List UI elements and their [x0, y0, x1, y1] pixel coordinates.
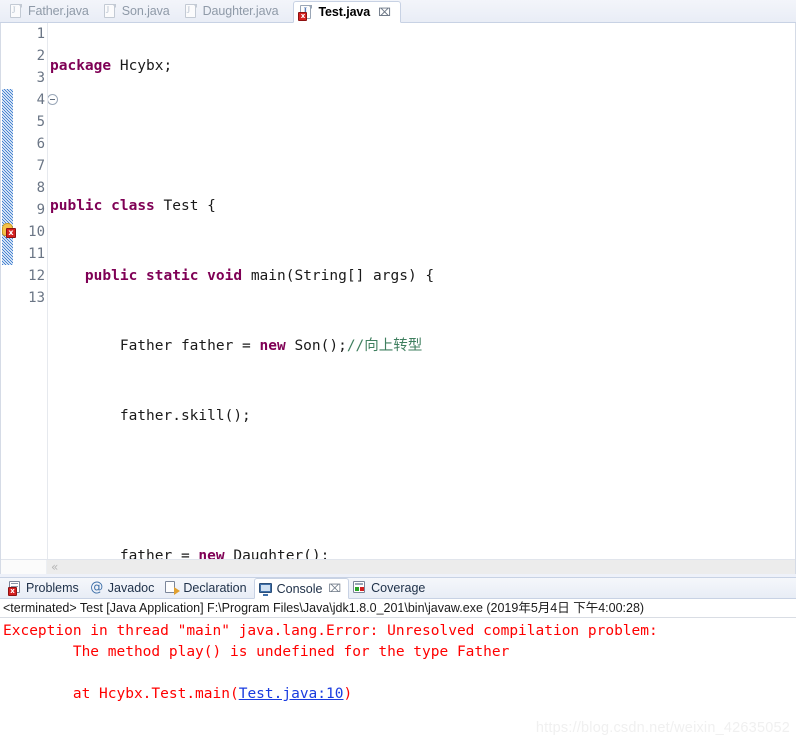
code-line-4[interactable]: public static void main(String[] args) {: [48, 265, 795, 287]
line-number: 2: [36, 48, 45, 64]
code-token: Hcybx;: [111, 58, 173, 74]
keyword-token: package: [50, 58, 112, 74]
console-line-1: Exception in thread "main" java.lang.Err…: [3, 623, 667, 639]
code-line-3[interactable]: public class Test {: [48, 195, 795, 217]
line-number: 8: [36, 180, 45, 196]
code-token: father.skill();: [50, 408, 251, 424]
java-file-icon: J: [184, 3, 198, 19]
panel-tab-label: Console: [276, 581, 323, 596]
coverage-icon: [353, 580, 367, 595]
keyword-token: static: [146, 268, 199, 284]
code-editor[interactable]: 1 2 3 4 5 6 7 8 9 10 11 12 13 x package …: [0, 23, 796, 574]
console-line-4-prefix: at Hcybx.Test.main(: [3, 686, 239, 702]
eclipse-ide-window: J Father.java J Son.java J Daughter.java…: [0, 0, 796, 745]
java-file-error-icon: J x: [298, 4, 313, 21]
code-text-area[interactable]: package Hcybx; public class Test { publi…: [48, 23, 795, 574]
annotation-column[interactable]: [1, 23, 15, 574]
panel-tab-problems[interactable]: x Problems: [4, 577, 86, 598]
console-status-line: <terminated> Test [Java Application] F:\…: [0, 599, 796, 618]
error-quickfix-marker-icon[interactable]: x: [1, 223, 17, 239]
comment-token: //向上转型: [346, 338, 423, 354]
code-token: main(String[] args) {: [242, 268, 435, 284]
stacktrace-link[interactable]: Test.java:10: [239, 686, 344, 702]
javadoc-icon: @: [90, 579, 104, 595]
editor-tab-label: Test.java: [318, 5, 371, 19]
line-number: 5: [36, 114, 45, 130]
line-number: 10: [28, 224, 45, 240]
editor-tab-father-java[interactable]: J Father.java: [4, 0, 98, 22]
panel-tab-bar: x Problems @ Javadoc Declaration Console: [0, 577, 796, 599]
code-line-6[interactable]: father.skill();: [48, 405, 795, 427]
line-number: 11: [28, 246, 45, 262]
close-icon[interactable]: ⌧: [328, 582, 341, 595]
console-line-2: The method play() is undefined for the t…: [3, 644, 510, 660]
editor-tab-bar: J Father.java J Son.java J Daughter.java…: [0, 0, 796, 23]
keyword-token: class: [111, 198, 155, 214]
close-icon[interactable]: ⌧: [378, 6, 391, 19]
problems-icon: x: [8, 580, 22, 596]
console-output[interactable]: Exception in thread "main" java.lang.Err…: [0, 618, 796, 745]
bottom-view-panel: x Problems @ Javadoc Declaration Console: [0, 577, 796, 745]
declaration-icon: [165, 580, 181, 595]
line-number: 1: [36, 26, 45, 42]
java-file-icon: J: [10, 3, 23, 19]
code-token: Son();: [285, 338, 347, 354]
error-badge-icon: x: [298, 11, 308, 21]
panel-tab-coverage[interactable]: Coverage: [349, 577, 432, 598]
line-number: 9: [36, 202, 45, 218]
keyword-token: void: [207, 268, 243, 284]
error-badge-icon: x: [6, 228, 16, 238]
keyword-token: public: [50, 198, 103, 214]
panel-tab-declaration[interactable]: Declaration: [161, 577, 253, 598]
line-number: 3: [36, 70, 45, 86]
editor-tab-label: Daughter.java: [202, 4, 279, 18]
code-line-5[interactable]: Father father = new Son();//向上转型: [48, 335, 795, 357]
keyword-token: public: [84, 268, 138, 284]
line-number: 4: [36, 92, 45, 108]
scrollbar-track[interactable]: «: [47, 559, 795, 574]
scrollbar-left-gutter: [1, 559, 47, 574]
editor-tab-son-java[interactable]: J Son.java: [98, 0, 179, 22]
code-token: Father father =: [50, 338, 260, 354]
scroll-left-icon[interactable]: «: [51, 561, 58, 573]
console-icon: [258, 582, 273, 596]
code-line-1[interactable]: package Hcybx;: [48, 55, 795, 77]
code-line-2[interactable]: [48, 125, 795, 147]
line-number: 12: [28, 268, 45, 284]
panel-tab-javadoc[interactable]: @ Javadoc: [86, 577, 162, 598]
code-token: Test {: [154, 198, 216, 214]
line-number: 13: [28, 290, 45, 306]
console-line-4-suffix: ): [343, 686, 353, 702]
line-number: 7: [36, 158, 45, 174]
editor-horizontal-scrollbar[interactable]: «: [1, 559, 795, 574]
panel-tab-label: Javadoc: [107, 580, 155, 595]
keyword-token: new: [259, 338, 286, 354]
line-number-ruler[interactable]: 1 2 3 4 5 6 7 8 9 10 11 12 13: [15, 23, 47, 574]
code-line-7[interactable]: [48, 475, 795, 497]
line-number: 6: [36, 136, 45, 152]
java-file-icon: J: [103, 3, 117, 19]
editor-tab-test-java[interactable]: J x Test.java ⌧: [293, 1, 401, 23]
panel-tab-label: Coverage: [371, 580, 426, 595]
editor-tab-label: Son.java: [121, 4, 170, 18]
panel-tab-console[interactable]: Console ⌧: [253, 578, 350, 599]
editor-tab-label: Father.java: [28, 4, 89, 18]
editor-tab-daughter-java[interactable]: J Daughter.java: [179, 0, 288, 22]
panel-tab-label: Declaration: [183, 580, 247, 595]
panel-tab-label: Problems: [26, 580, 79, 595]
